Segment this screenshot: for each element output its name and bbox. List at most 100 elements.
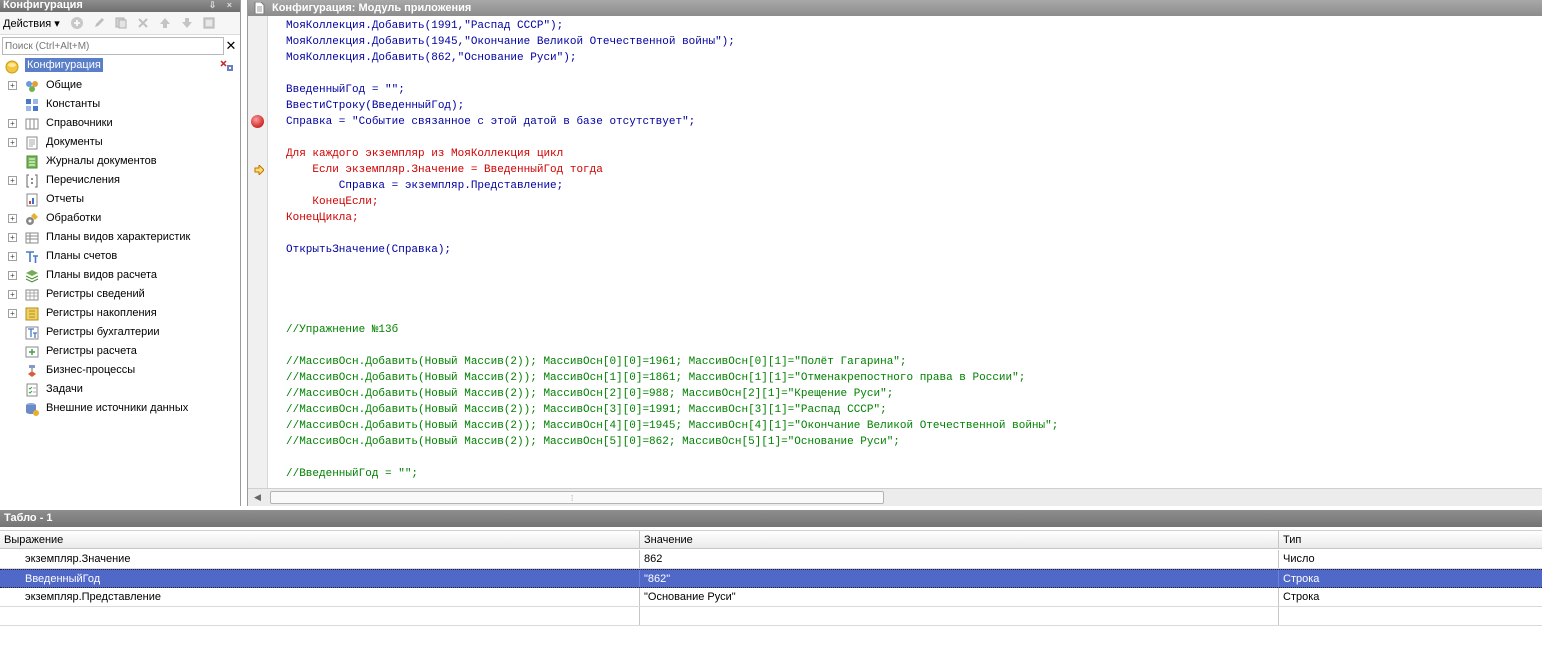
code-line[interactable]: ОткрытьЗначение(Справка); — [286, 242, 1058, 258]
code-line[interactable] — [286, 66, 1058, 82]
watch-expression-cell[interactable] — [0, 607, 640, 625]
code-line[interactable] — [286, 338, 1058, 354]
tree-root-configuration[interactable]: Конфигурация — [0, 57, 240, 76]
tree-item-label: Регистры бухгалтерии — [46, 326, 160, 338]
column-header-value[interactable]: Значение — [640, 531, 1279, 548]
tree-item[interactable]: Константы — [0, 95, 240, 114]
tree-item[interactable]: Внешние источники данных — [0, 399, 240, 418]
tree-item[interactable]: + Документы — [0, 133, 240, 152]
code-line[interactable]: //МассивОсн.Добавить(Новый Массив(2)); М… — [286, 402, 1058, 418]
code-line[interactable]: //МассивОсн.Добавить(Новый Массив(2)); М… — [286, 418, 1058, 434]
code-area[interactable]: МояКоллекция.Добавить(1991,"Распад СССР"… — [286, 18, 1058, 482]
tree-item[interactable]: Регистры бухгалтерии — [0, 323, 240, 342]
watch-value-cell[interactable] — [640, 607, 1279, 625]
watch-expression-cell[interactable]: ВведенныйГод — [0, 570, 640, 587]
tree-item[interactable]: + Планы видов расчета — [0, 266, 240, 285]
tree-item[interactable]: Регистры расчета — [0, 342, 240, 361]
breakpoint-icon[interactable] — [251, 115, 264, 128]
tree-item[interactable]: Отчеты — [0, 190, 240, 209]
tree-item[interactable]: + Планы видов характеристик — [0, 228, 240, 247]
code-line[interactable] — [286, 274, 1058, 290]
expand-icon[interactable]: + — [8, 214, 17, 223]
tree-item-label: Отчеты — [46, 193, 85, 205]
watch-expression-cell[interactable]: экземпляр.Представление — [0, 588, 640, 606]
code-line[interactable]: ВведенныйГод = ""; — [286, 82, 1058, 98]
edit-icon[interactable] — [91, 15, 107, 31]
tree-item[interactable]: + Перечисления — [0, 171, 240, 190]
tree-item[interactable]: Журналы документов — [0, 152, 240, 171]
watch-type-cell[interactable]: Число — [1279, 550, 1542, 568]
tree-item[interactable]: + Регистры накопления — [0, 304, 240, 323]
delete-icon[interactable] — [135, 15, 151, 31]
code-line[interactable] — [286, 450, 1058, 466]
expand-icon[interactable]: + — [8, 233, 17, 242]
move-down-icon[interactable] — [179, 15, 195, 31]
watch-row[interactable]: ВведенныйГод "862" Строка — [0, 569, 1542, 588]
expand-icon[interactable]: + — [8, 309, 17, 318]
code-line[interactable]: //Упражнение №13б — [286, 322, 1058, 338]
tree-item[interactable]: + Регистры сведений — [0, 285, 240, 304]
tree-item[interactable]: Бизнес-процессы — [0, 361, 240, 380]
code-line[interactable]: МояКоллекция.Добавить(862,"Основание Рус… — [286, 50, 1058, 66]
horizontal-scrollbar[interactable]: ◀ ⁞ — [248, 488, 1542, 506]
code-line[interactable] — [286, 226, 1058, 242]
column-header-type[interactable]: Тип — [1279, 531, 1542, 548]
watch-row[interactable]: экземпляр.Значение 862 Число — [0, 550, 1542, 569]
code-line[interactable]: //МассивОсн.Добавить(Новый Массив(2)); М… — [286, 386, 1058, 402]
panel-title-buttons[interactable]: ⇩ × — [209, 0, 236, 11]
code-line[interactable]: Справка = "Событие связанное с этой дато… — [286, 114, 1058, 130]
search-input[interactable] — [2, 37, 224, 55]
code-line[interactable]: КонецЦикла; — [286, 210, 1058, 226]
code-line[interactable]: КонецЕсли; — [286, 194, 1058, 210]
tree-item[interactable]: + Справочники — [0, 114, 240, 133]
watch-row[interactable] — [0, 607, 1542, 626]
tree-item-label: Журналы документов — [46, 155, 157, 167]
scroll-left-icon[interactable]: ◀ — [254, 492, 261, 503]
expand-icon[interactable]: + — [8, 290, 17, 299]
watch-row[interactable]: экземпляр.Представление "Основание Руси" С… — [0, 588, 1542, 607]
watch-type-cell[interactable] — [1279, 607, 1542, 625]
watch-type-cell[interactable]: Строка — [1279, 588, 1542, 606]
copy-icon[interactable] — [113, 15, 129, 31]
scrollbar-thumb[interactable]: ⁞ — [270, 491, 884, 504]
watch-expression-cell[interactable]: экземпляр.Значение — [0, 550, 640, 568]
properties-icon[interactable] — [201, 15, 217, 31]
expand-icon[interactable]: + — [8, 252, 17, 261]
tree-item[interactable]: + Планы счетов — [0, 247, 240, 266]
expand-icon[interactable]: + — [8, 119, 17, 128]
move-up-icon[interactable] — [157, 15, 173, 31]
code-line[interactable]: ВвестиСтроку(ВведенныйГод); — [286, 98, 1058, 114]
code-line[interactable]: МояКоллекция.Добавить(1991,"Распад СССР"… — [286, 18, 1058, 34]
clear-search-icon[interactable]: ✕ — [224, 37, 238, 55]
edit-lock-icon — [220, 60, 234, 72]
tree-item[interactable]: Задачи — [0, 380, 240, 399]
expand-icon[interactable]: + — [8, 138, 17, 147]
code-line[interactable]: //МассивОсн.Добавить(Новый Массив(2)); М… — [286, 434, 1058, 450]
code-line[interactable]: Справка = экземпляр.Представление; — [286, 178, 1058, 194]
code-line[interactable] — [286, 130, 1058, 146]
watch-value-cell[interactable]: 862 — [640, 550, 1279, 568]
tree-item-label: Общие — [46, 79, 83, 91]
watch-value-cell[interactable]: "Основание Руси" — [640, 588, 1279, 606]
code-line[interactable]: МояКоллекция.Добавить(1945,"Окончание Ве… — [286, 34, 1058, 50]
expand-icon[interactable]: + — [8, 176, 17, 185]
expand-icon[interactable]: + — [8, 81, 17, 90]
add-icon[interactable] — [69, 15, 85, 31]
editor-gutter[interactable] — [248, 16, 268, 488]
actions-menu[interactable]: Действия ▾ — [3, 17, 60, 30]
code-line[interactable]: Для каждого экземпляр из МояКоллекция ци… — [286, 146, 1058, 162]
tree-item[interactable]: + Общие — [0, 76, 240, 95]
watch-type-cell[interactable]: Строка — [1279, 570, 1542, 587]
code-line[interactable]: Если экземпляр.Значение = ВведенныйГод т… — [286, 162, 1058, 178]
column-header-expression[interactable]: Выражение — [0, 531, 640, 548]
code-line[interactable] — [286, 306, 1058, 322]
code-line[interactable]: //МассивОсн.Добавить(Новый Массив(2)); М… — [286, 370, 1058, 386]
tree-item[interactable]: + Обработки — [0, 209, 240, 228]
tree-item-label: Планы счетов — [46, 250, 118, 262]
code-line[interactable] — [286, 258, 1058, 274]
watch-value-cell[interactable]: "862" — [640, 570, 1279, 587]
code-line[interactable] — [286, 290, 1058, 306]
expand-icon[interactable]: + — [8, 271, 17, 280]
code-line[interactable]: //МассивОсн.Добавить(Новый Массив(2)); М… — [286, 354, 1058, 370]
code-line[interactable]: //ВведенныйГод = ""; — [286, 466, 1058, 482]
